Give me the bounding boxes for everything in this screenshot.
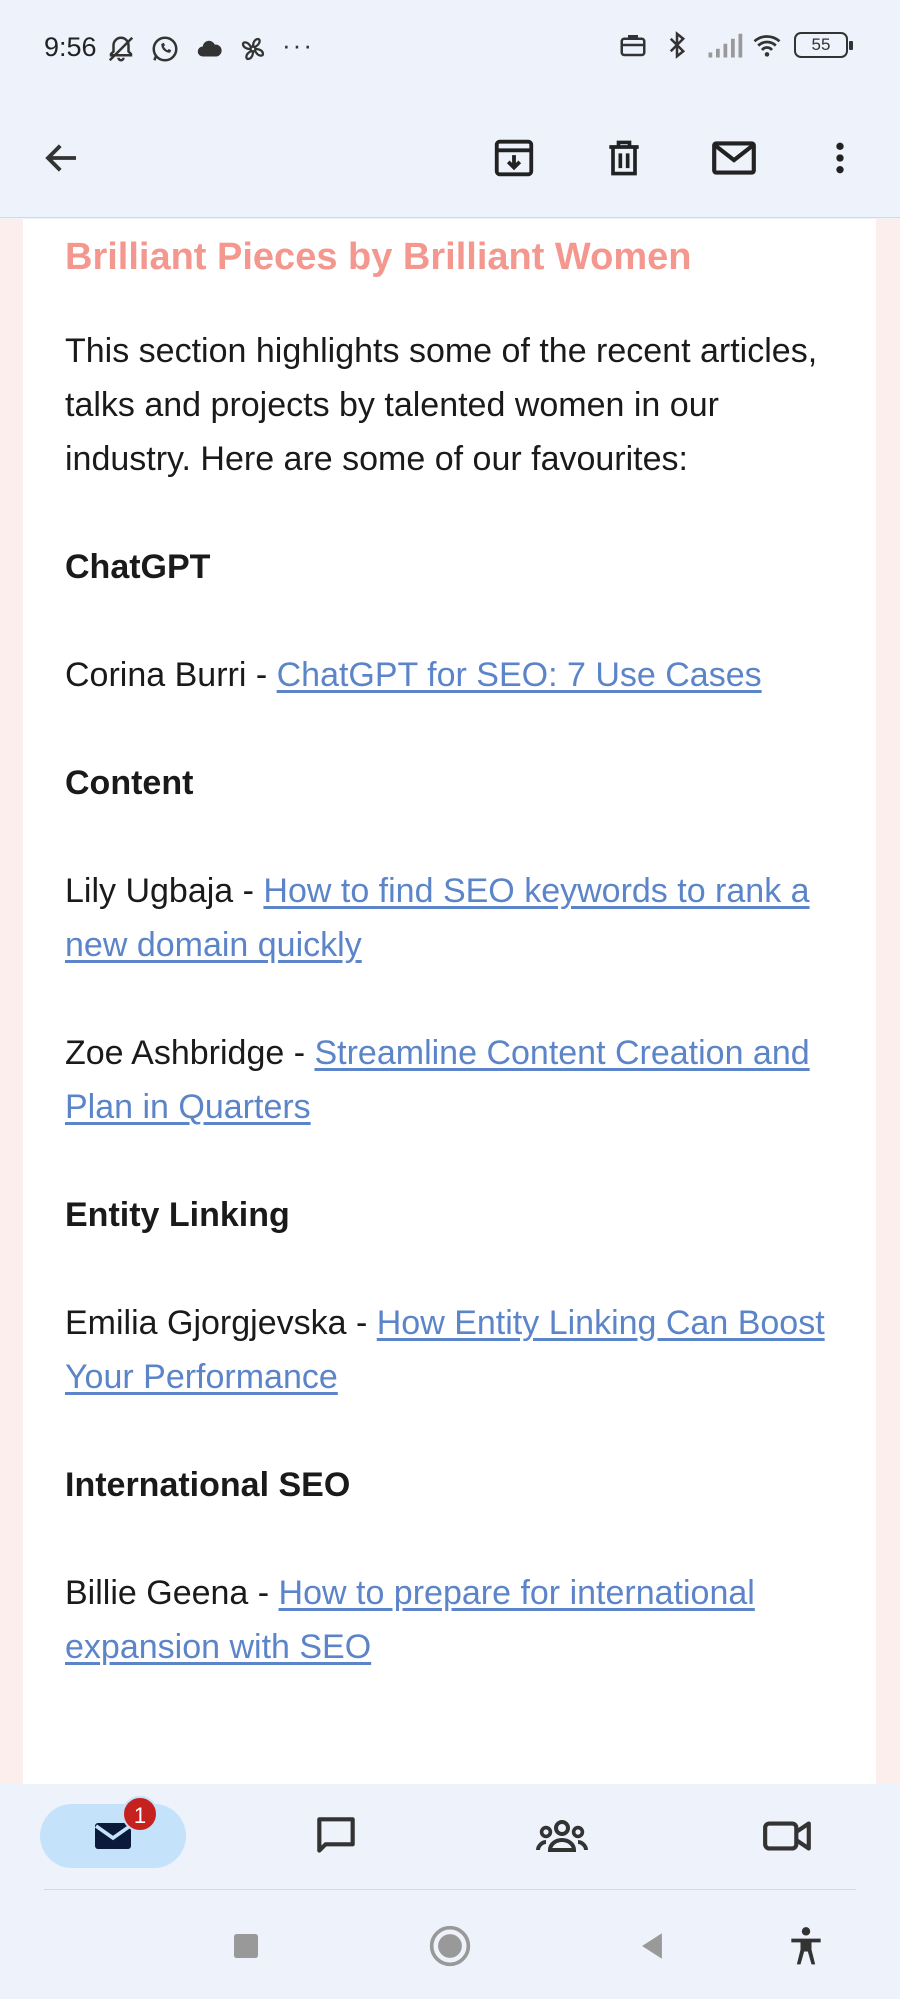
article-entry: Corina Burri - ChatGPT for SEO: 7 Use Ca… [65, 648, 836, 702]
article-entry: Emilia Gjorgjevska - How Entity Linking … [65, 1296, 836, 1404]
circle-icon [429, 1925, 471, 1967]
article-entry: Lily Ugbaja - How to find SEO keywords t… [65, 864, 836, 972]
category-heading-entity-linking: Entity Linking [65, 1196, 290, 1235]
spaces-icon [536, 1820, 588, 1852]
arrow-left-icon [45, 144, 76, 172]
status-bar: 9:56 ··· 55 [0, 0, 900, 100]
mute-bell-icon [106, 34, 136, 64]
back-button[interactable] [30, 126, 94, 190]
nav-mail-tab[interactable]: 1 [40, 1796, 186, 1868]
briefcase-icon [618, 30, 648, 60]
status-time: 9:56 [44, 32, 97, 62]
meet-icon [763, 1821, 811, 1851]
mark-unread-button[interactable] [702, 126, 766, 190]
wifi-icon [750, 30, 781, 60]
whatsapp-icon [150, 34, 180, 64]
category-heading-chatgpt: ChatGPT [65, 548, 211, 587]
bottom-navigation: 1 [0, 1784, 900, 1889]
email-content-area[interactable]: Brilliant Pieces by Brilliant Women This… [0, 219, 900, 1784]
article-author: Zoe Ashbridge - [65, 1034, 315, 1073]
trash-icon [609, 140, 639, 176]
more-options-button[interactable] [808, 126, 872, 190]
email-body: Brilliant Pieces by Brilliant Women This… [23, 219, 876, 1784]
archive-icon [494, 139, 534, 177]
nav-chat-tab[interactable] [300, 1804, 372, 1868]
mail-icon [712, 141, 756, 175]
article-author: Corina Burri - [65, 656, 277, 695]
accessibility-icon [791, 1927, 821, 1965]
article-link[interactable]: ChatGPT for SEO: 7 Use Cases [277, 656, 762, 694]
accessibility-button[interactable] [784, 1924, 828, 1968]
home-button[interactable] [428, 1924, 472, 1968]
category-heading-content: Content [65, 764, 194, 803]
nav-spaces-tab[interactable] [526, 1804, 598, 1868]
article-entry: Billie Geena - How to prepare for intern… [65, 1566, 836, 1674]
article-author: Emilia Gjorgjevska - [65, 1304, 377, 1343]
article-author: Billie Geena - [65, 1574, 279, 1613]
category-heading-international-seo: International SEO [65, 1466, 351, 1505]
email-toolbar [0, 100, 900, 218]
back-system-button[interactable] [630, 1924, 674, 1968]
article-entry: Zoe Ashbridge - Streamline Content Creat… [65, 1026, 836, 1134]
triangle-back-icon [642, 1933, 662, 1959]
system-navigation-bar [0, 1890, 900, 1999]
unread-badge: 1 [122, 1796, 158, 1832]
nav-meet-tab[interactable] [752, 1804, 824, 1868]
recents-button[interactable] [224, 1924, 268, 1968]
fan-icon [238, 34, 268, 64]
article-author: Lily Ugbaja - [65, 872, 264, 911]
square-icon [234, 1934, 258, 1958]
cloud-icon [194, 34, 224, 64]
section-intro: This section highlights some of the rece… [65, 332, 818, 479]
battery-indicator: 55 [794, 32, 853, 58]
more-vert-icon [836, 142, 844, 174]
archive-button[interactable] [482, 126, 546, 190]
signal-icon [706, 30, 743, 60]
chat-icon [317, 1817, 355, 1853]
bluetooth-icon [662, 30, 692, 60]
delete-button[interactable] [592, 126, 656, 190]
section-title: Brilliant Pieces by Brilliant Women [65, 236, 692, 278]
more-notifications: ··· [282, 30, 314, 60]
